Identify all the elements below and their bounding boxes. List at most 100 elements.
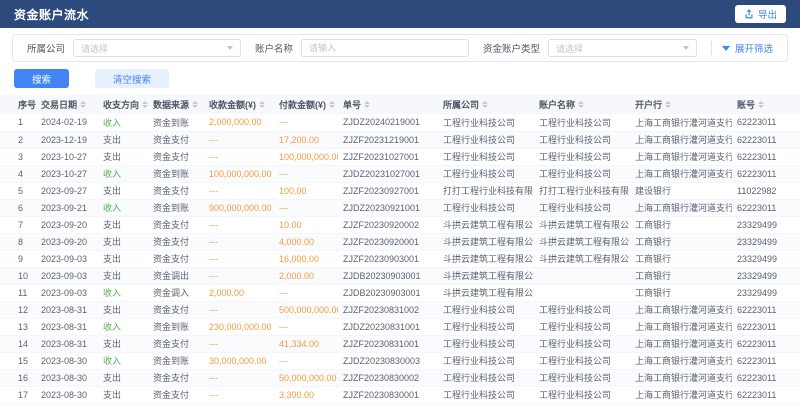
sort-desc-icon[interactable] xyxy=(665,105,671,108)
col-account-name[interactable]: 账户名称 xyxy=(534,95,630,114)
sort-desc-icon[interactable] xyxy=(482,105,488,108)
table-header-row: 序号交易日期收支方向数据来源收款金额(¥)付款金额(¥)单号所属公司账户名称开户… xyxy=(0,95,800,114)
sort-desc-icon[interactable] xyxy=(578,105,584,108)
cell-company: 斗拱云建筑工程有限公司 xyxy=(438,233,534,250)
cell-amount-out: 16,000.00 xyxy=(274,250,338,267)
export-button[interactable]: 导出 xyxy=(735,5,786,23)
col-bank[interactable]: 开户行 xyxy=(630,95,732,114)
sort-asc-icon[interactable] xyxy=(665,101,671,104)
cell-direction: 支出 xyxy=(98,267,148,284)
cell-no: 1 xyxy=(0,114,36,131)
cell-date: 2023-08-30 xyxy=(36,386,98,403)
account-name-input[interactable] xyxy=(301,39,469,57)
sort-asc-icon[interactable] xyxy=(329,101,335,104)
cell-doc-no: ZJDZ20231027001 xyxy=(338,165,438,182)
cell-amount-in: 900,000,000.00 xyxy=(204,199,274,216)
filter-account-name-label: 账户名称 xyxy=(255,41,293,55)
company-select[interactable]: 请选择 xyxy=(73,39,241,57)
cell-account-name: 斗拱云建筑工程有限公司 xyxy=(534,216,630,233)
table-row: 142023-08-31支出资金支付---41,334.00ZJZF202308… xyxy=(0,335,800,352)
chevron-down-icon xyxy=(722,46,730,51)
table-row: 92023-09-03支出资金支付---16,000.00ZJZF2023090… xyxy=(0,250,800,267)
table-header: 序号交易日期收支方向数据来源收款金额(¥)付款金额(¥)单号所属公司账户名称开户… xyxy=(0,95,800,114)
sort-asc-icon[interactable] xyxy=(142,101,148,104)
col-doc-no[interactable]: 单号 xyxy=(338,95,438,114)
sort-carets-icon[interactable] xyxy=(364,101,370,109)
sort-asc-icon[interactable] xyxy=(758,101,764,104)
sort-carets-icon[interactable] xyxy=(329,101,335,109)
sort-desc-icon[interactable] xyxy=(329,105,335,108)
table-row: 132023-08-31收入资金到账230,000,000.00---ZJDZ2… xyxy=(0,318,800,335)
sort-carets-icon[interactable] xyxy=(665,101,671,109)
sort-desc-icon[interactable] xyxy=(192,105,198,108)
cell-direction: 支出 xyxy=(98,182,148,199)
cell-amount-in: 100,000,000.00 xyxy=(204,165,274,182)
expand-filter-label: 展开筛选 xyxy=(735,41,773,55)
table-row: 32023-10-27支出资金支付---100,000,000.00ZJZF20… xyxy=(0,148,800,165)
cell-direction: 支出 xyxy=(98,250,148,267)
col-label: 收款金额(¥) xyxy=(209,98,256,111)
sort-asc-icon[interactable] xyxy=(578,101,584,104)
cell-account-no: 62223011 xyxy=(732,335,800,352)
sort-carets-icon[interactable] xyxy=(482,101,488,109)
sort-desc-icon[interactable] xyxy=(142,105,148,108)
sort-carets-icon[interactable] xyxy=(142,101,148,109)
cell-direction: 收入 xyxy=(98,284,148,301)
col-amount-in[interactable]: 收款金额(¥) xyxy=(204,95,274,114)
expand-filter-link[interactable]: 展开筛选 xyxy=(711,41,773,55)
sort-asc-icon[interactable] xyxy=(259,101,265,104)
sort-desc-icon[interactable] xyxy=(80,105,86,108)
col-source[interactable]: 数据来源 xyxy=(148,95,204,114)
sort-asc-icon[interactable] xyxy=(192,101,198,104)
cell-account-no: 62223011 xyxy=(732,369,800,386)
filter-account-name: 账户名称 xyxy=(255,39,469,57)
col-account-no[interactable]: 账号 xyxy=(732,95,800,114)
cell-bank: 上海工商银行灌河道支行 xyxy=(630,386,732,403)
cell-amount-out: 100.00 xyxy=(274,182,338,199)
cell-company: 工程行业科技公司 xyxy=(438,318,534,335)
sort-asc-icon[interactable] xyxy=(364,101,370,104)
cell-account-name: 工程行业科技公司 xyxy=(534,369,630,386)
col-date[interactable]: 交易日期 xyxy=(36,95,98,114)
cell-direction: 收入 xyxy=(98,199,148,216)
col-direction[interactable]: 收支方向 xyxy=(98,95,148,114)
cell-company: 工程行业科技公司 xyxy=(438,165,534,182)
col-label: 付款金额(¥) xyxy=(279,98,326,111)
cell-source: 资金到账 xyxy=(148,114,204,131)
table-row: 52023-09-27支出资金支付---100.00ZJZF2023092700… xyxy=(0,182,800,199)
sort-desc-icon[interactable] xyxy=(758,105,764,108)
search-button[interactable]: 搜索 xyxy=(14,69,69,88)
cell-doc-no: ZJZF20230920002 xyxy=(338,216,438,233)
col-amount-out[interactable]: 付款金额(¥) xyxy=(274,95,338,114)
cell-account-no: 62223011 xyxy=(732,352,800,369)
col-company[interactable]: 所属公司 xyxy=(438,95,534,114)
filter-account-type-label: 资金账户类型 xyxy=(483,41,540,55)
cell-date: 2023-09-20 xyxy=(36,216,98,233)
sort-asc-icon[interactable] xyxy=(482,101,488,104)
cell-no: 15 xyxy=(0,352,36,369)
cell-direction: 支出 xyxy=(98,233,148,250)
sort-carets-icon[interactable] xyxy=(578,101,584,109)
cell-date: 2023-09-03 xyxy=(36,284,98,301)
cell-amount-out: --- xyxy=(274,284,338,301)
sort-carets-icon[interactable] xyxy=(80,101,86,109)
cell-direction: 支出 xyxy=(98,386,148,403)
account-type-select[interactable]: 请选择 xyxy=(548,39,697,57)
clear-search-button[interactable]: 清空搜索 xyxy=(95,69,169,88)
cell-amount-in: --- xyxy=(204,301,274,318)
sort-carets-icon[interactable] xyxy=(192,101,198,109)
filter-company-label: 所属公司 xyxy=(27,41,65,55)
sort-carets-icon[interactable] xyxy=(758,101,764,109)
sort-desc-icon[interactable] xyxy=(364,105,370,108)
sort-asc-icon[interactable] xyxy=(80,101,86,104)
cell-account-no: 23329499 xyxy=(732,284,800,301)
cell-direction: 支出 xyxy=(98,301,148,318)
sort-desc-icon[interactable] xyxy=(259,105,265,108)
table-row: 12024-02-19收入资金到账2,000,000.00---ZJDZ2024… xyxy=(0,114,800,131)
cell-direction: 支出 xyxy=(98,148,148,165)
cell-account-name: 工程行业科技公司 xyxy=(534,386,630,403)
cell-bank: 工商银行 xyxy=(630,267,732,284)
cell-direction: 收入 xyxy=(98,114,148,131)
cell-amount-out: 500,000,000.00 xyxy=(274,301,338,318)
sort-carets-icon[interactable] xyxy=(259,101,265,109)
